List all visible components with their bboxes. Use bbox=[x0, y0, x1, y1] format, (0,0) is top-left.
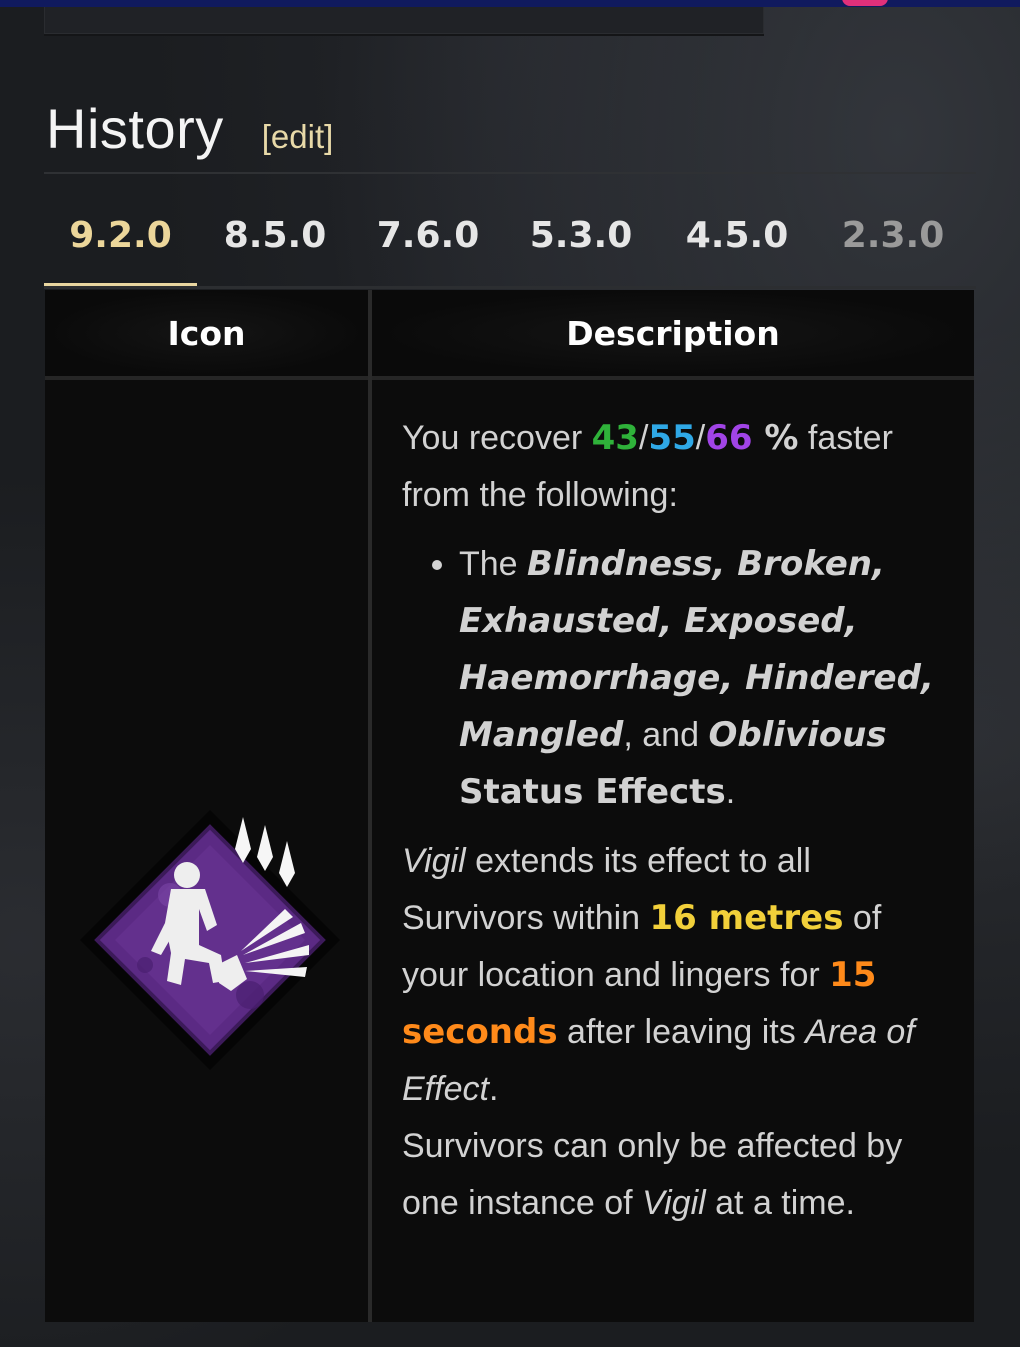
text-b: at a time. bbox=[705, 1184, 855, 1222]
previous-section-box bbox=[44, 7, 764, 34]
perk-name: Vigil bbox=[642, 1184, 706, 1222]
column-divider bbox=[368, 290, 372, 1322]
text-lead: You recover bbox=[402, 419, 592, 457]
tab-9-2-0[interactable]: 9.2.0 bbox=[44, 208, 197, 284]
description-paragraph-2: Vigil extends its effect to all Survivor… bbox=[402, 833, 952, 1118]
tab-8-5-0[interactable]: 8.5.0 bbox=[197, 208, 353, 284]
description-paragraph-1: You recover 43/55/66 % faster from the f… bbox=[402, 410, 952, 524]
top-nav-bar bbox=[0, 0, 1020, 7]
column-header-icon: Icon bbox=[45, 290, 368, 376]
status-effect-last: Oblivious bbox=[708, 715, 887, 755]
notification-indicator[interactable] bbox=[842, 0, 888, 6]
text-c: after leaving its bbox=[557, 1013, 806, 1051]
perk-name: Vigil bbox=[402, 842, 466, 880]
icon-cell bbox=[45, 380, 368, 1322]
tab-2-3-0[interactable]: 2.3.0 bbox=[815, 208, 971, 284]
value-tier-2: 55 bbox=[648, 418, 696, 458]
separator: / bbox=[638, 419, 649, 457]
text-d: . bbox=[488, 1070, 499, 1108]
vigil-perk-icon bbox=[80, 810, 340, 1070]
tab-7-6-0[interactable]: 7.6.0 bbox=[353, 208, 503, 284]
edit-link[interactable]: [edit] bbox=[262, 118, 334, 156]
list-item: The Blindness, Broken, Exhausted, Expose… bbox=[459, 536, 952, 821]
description-cell: You recover 43/55/66 % faster from the f… bbox=[402, 410, 952, 1232]
version-tabs: 9.2.0 8.5.0 7.6.0 5.3.0 4.5.0 2.3.0 bbox=[44, 208, 976, 290]
description-paragraph-3: Survivors can only be affected by one in… bbox=[402, 1118, 952, 1232]
status-effects-list: The Blindness, Broken, Exhausted, Expose… bbox=[402, 536, 952, 821]
tab-4-5-0[interactable]: 4.5.0 bbox=[659, 208, 815, 284]
percent-sign: % bbox=[752, 418, 799, 458]
heading-divider bbox=[44, 172, 976, 174]
separator: / bbox=[695, 419, 706, 457]
section-title: History bbox=[46, 97, 224, 160]
section-heading: History [edit] bbox=[46, 96, 333, 168]
range-value: 16 metres bbox=[649, 898, 844, 938]
text-and: , and bbox=[623, 716, 709, 754]
status-effects-label: Status Effects bbox=[459, 772, 726, 812]
value-tier-1: 43 bbox=[591, 418, 639, 458]
value-tier-3: 66 bbox=[705, 418, 753, 458]
column-header-description: Description bbox=[372, 290, 974, 376]
text-end: . bbox=[725, 773, 736, 811]
text-lead: The bbox=[459, 545, 528, 583]
tab-5-3-0[interactable]: 5.3.0 bbox=[503, 208, 659, 284]
history-table: Icon Description You recover 43/55/66 % … bbox=[45, 290, 974, 1322]
tabs-baseline bbox=[44, 286, 976, 289]
